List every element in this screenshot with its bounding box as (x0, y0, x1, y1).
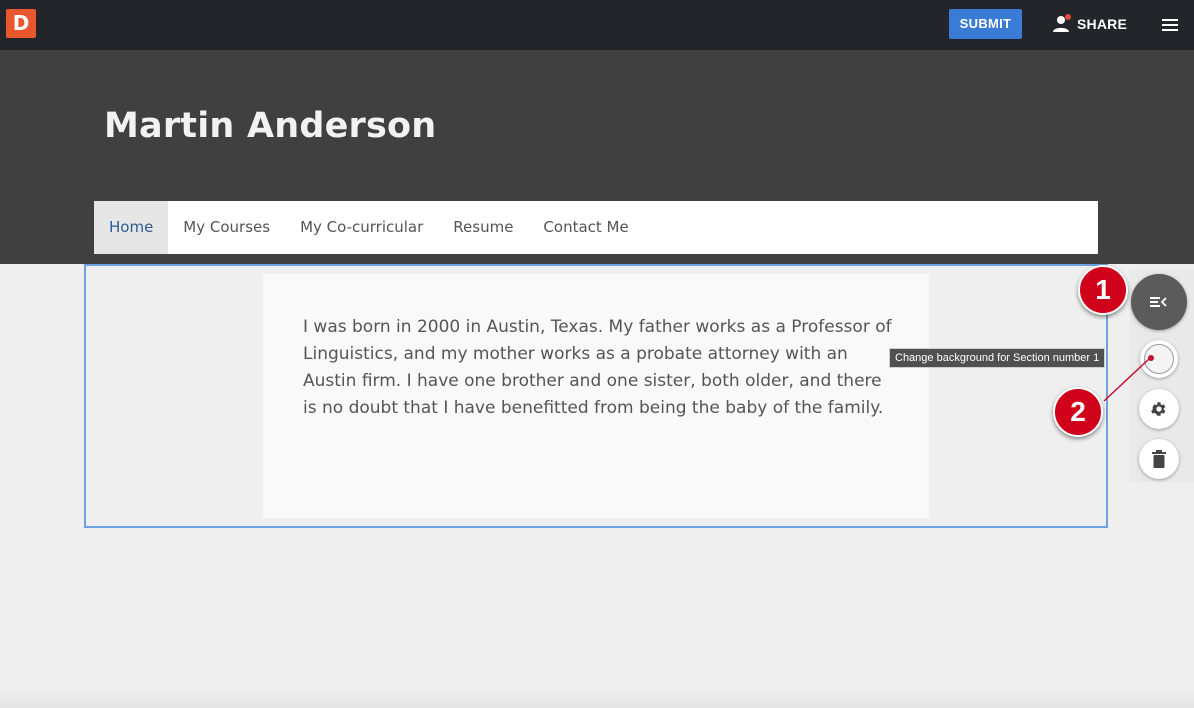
section-settings-button[interactable] (1139, 389, 1179, 429)
site-navigation: Home My Courses My Co-curricular Resume … (94, 201, 1098, 254)
share-label: SHARE (1077, 16, 1128, 32)
page-bottom-edge (0, 688, 1194, 708)
callout-badge-1: 1 (1078, 265, 1128, 315)
callout-badge-2: 2 (1053, 387, 1103, 437)
change-background-button[interactable] (1140, 340, 1178, 378)
hamburger-menu-icon[interactable] (1156, 12, 1184, 38)
share-button[interactable]: SHARE (1052, 9, 1132, 39)
background-tooltip: Change background for Section number 1 (889, 348, 1106, 368)
submit-button[interactable]: SUBMIT (949, 9, 1022, 39)
delete-section-button[interactable] (1139, 439, 1179, 479)
collapse-menu-icon (1150, 297, 1167, 307)
nav-item-my-courses[interactable]: My Courses (168, 201, 285, 254)
nav-item-my-co-curricular[interactable]: My Co-curricular (285, 201, 438, 254)
collapse-tools-button[interactable] (1131, 274, 1187, 330)
trash-icon (1152, 450, 1166, 468)
nav-item-contact-me[interactable]: Contact Me (528, 201, 643, 254)
top-app-bar: D SUBMIT SHARE (0, 0, 1194, 50)
content-card[interactable]: I was born in 2000 in Austin, Texas. My … (263, 274, 929, 518)
gear-icon (1151, 402, 1166, 416)
nav-item-resume[interactable]: Resume (438, 201, 528, 254)
app-logo[interactable]: D (6, 9, 36, 38)
nav-item-home[interactable]: Home (94, 201, 169, 254)
background-color-icon (1144, 344, 1174, 374)
site-title: Martin Anderson (104, 106, 437, 146)
person-icon (1053, 14, 1071, 32)
bio-text[interactable]: I was born in 2000 in Austin, Texas. My … (303, 314, 893, 422)
